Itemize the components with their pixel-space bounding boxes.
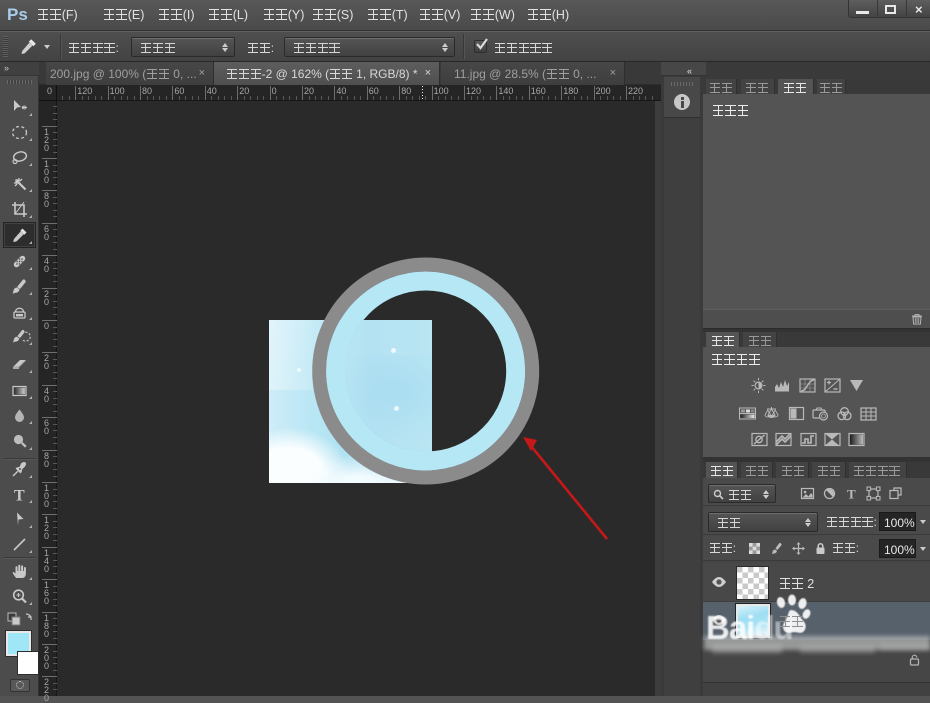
svg-text:T: T bbox=[847, 487, 856, 502]
svg-text:T: T bbox=[14, 488, 25, 505]
